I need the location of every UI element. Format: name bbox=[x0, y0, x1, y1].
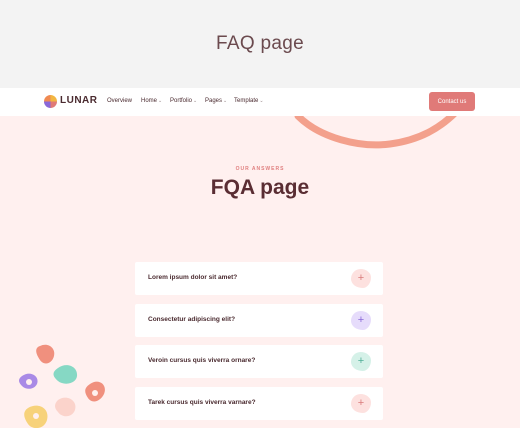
chevron-down-icon: ⌄ bbox=[158, 98, 163, 104]
nav-item-home[interactable]: Home⌄ bbox=[141, 98, 162, 104]
chevron-down-icon: ⌄ bbox=[259, 98, 264, 104]
top-navbar: LUNAR Overview Home⌄ Portfolio⌄ Pages⌄ T… bbox=[0, 88, 520, 116]
nav-item-label: Pages bbox=[205, 98, 223, 104]
preview-title: FAQ page bbox=[216, 33, 304, 54]
page-heading: FQA page bbox=[210, 176, 310, 199]
faq-item[interactable]: Tarek cursus quis viverra varnare? + bbox=[135, 387, 383, 420]
decorative-blobs bbox=[19, 344, 105, 428]
lunar-logo-icon[interactable] bbox=[44, 95, 57, 108]
chevron-down-icon: ⌄ bbox=[223, 98, 228, 104]
nav-item-pages[interactable]: Pages⌄ bbox=[205, 98, 227, 104]
faq-item[interactable]: Consectetur adipiscing elit? + bbox=[135, 304, 383, 337]
plus-icon[interactable]: + bbox=[351, 311, 371, 330]
faq-question: Veroin cursus quis viverra ornare? bbox=[148, 357, 256, 364]
chevron-down-icon: ⌄ bbox=[193, 98, 198, 104]
plus-icon[interactable]: + bbox=[351, 352, 371, 371]
contact-us-button[interactable]: Contact us bbox=[429, 92, 475, 111]
plus-icon[interactable]: + bbox=[351, 269, 371, 288]
page-frame: LUNAR Overview Home⌄ Portfolio⌄ Pages⌄ T… bbox=[0, 88, 520, 428]
faq-question: Tarek cursus quis viverra varnare? bbox=[148, 399, 256, 406]
nav-item-label: Portfolio bbox=[170, 98, 193, 104]
nav-item-overview[interactable]: Overview bbox=[107, 98, 132, 104]
faq-question: Lorem ipsum dolor sit amet? bbox=[148, 274, 238, 281]
nav-item-portfolio[interactable]: Portfolio⌄ bbox=[170, 98, 197, 104]
brand-name[interactable]: LUNAR bbox=[60, 95, 98, 106]
nav-item-label: Overview bbox=[107, 98, 133, 104]
preview-header: FAQ page bbox=[0, 0, 520, 90]
faq-item[interactable]: Lorem ipsum dolor sit amet? + bbox=[135, 262, 383, 295]
section-eyebrow: OUR ANSWERS bbox=[235, 166, 285, 172]
nav-item-label: Template bbox=[234, 98, 259, 104]
plus-icon[interactable]: + bbox=[351, 394, 371, 413]
nav-item-label: Home bbox=[141, 98, 158, 104]
faq-question: Consectetur adipiscing elit? bbox=[148, 316, 236, 323]
nav-item-template[interactable]: Template⌄ bbox=[234, 98, 264, 104]
faq-item[interactable]: Veroin cursus quis viverra ornare? + bbox=[135, 345, 383, 378]
